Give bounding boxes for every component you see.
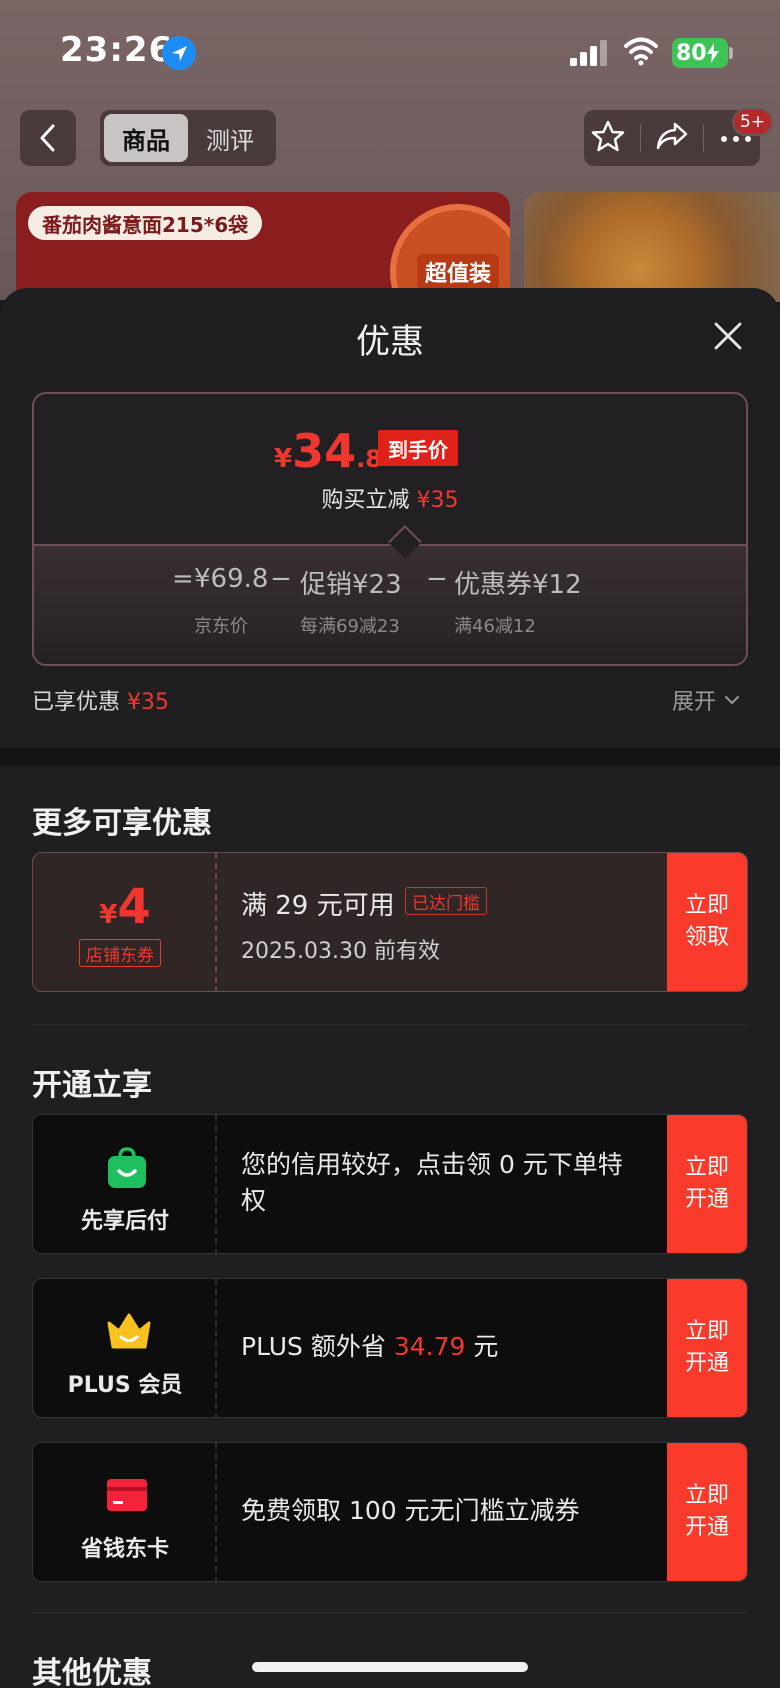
coupon-type-tag: 店铺东券 <box>79 939 161 967</box>
battery-charging-icon: 80 <box>672 38 728 68</box>
separator <box>32 1024 748 1025</box>
reduce-label: 购买立减 <box>321 488 410 513</box>
battery-level: 80 <box>676 40 707 66</box>
service-left: 省钱东卡 <box>33 1443 217 1581</box>
coupon-value: 优惠券¥12 <box>454 570 582 600</box>
discount-sheet: 优惠 ¥ 34 .8 到手价 购买立减 ¥35 = ¥69.8 − 促销¥23 … <box>0 288 780 1688</box>
minus-sign: − <box>270 564 292 594</box>
minus-sign: − <box>426 564 448 594</box>
section-divider <box>0 748 780 766</box>
coupon-condition: 满 29 元可用 <box>241 891 395 921</box>
purchase-reduction: 购买立减 ¥35 <box>34 482 746 514</box>
product-review-tabs: 商品 测评 <box>100 110 276 166</box>
coupon-symbol: ¥ <box>99 900 118 930</box>
service-left: 先享后付 <box>33 1115 217 1253</box>
activate-button[interactable]: 立即开通 <box>667 1279 747 1417</box>
promotion-value: 促销¥23 <box>300 570 402 600</box>
threshold-reached-tag: 已达门槛 <box>405 887 487 915</box>
back-icon <box>40 124 55 152</box>
coupon-amount-area: ¥4 店铺东券 <box>33 853 217 991</box>
service-name: 先享后付 <box>80 1209 169 1234</box>
seal-text: 超值装 <box>416 254 499 290</box>
service-left: PLUS 会员 <box>33 1279 217 1417</box>
price-symbol: ¥ <box>274 444 293 474</box>
product-name-tag: 番茄肉酱意面215*6袋 <box>28 206 263 240</box>
plus-desc-pre: PLUS 额外省 <box>241 1332 394 1361</box>
activate-button[interactable]: 立即开通 <box>667 1443 747 1581</box>
tab-product[interactable]: 商品 <box>104 114 188 162</box>
enjoyed-discount: 已享优惠 ¥35 <box>32 684 169 716</box>
expand-label: 展开 <box>672 690 717 715</box>
activate-label: 立即开通 <box>684 1319 729 1376</box>
bag-icon <box>105 1145 149 1189</box>
service-name: PLUS 会员 <box>67 1373 183 1398</box>
product-banner[interactable]: 番茄肉酱意面215*6袋 超值装 <box>16 192 510 302</box>
promotion-rule: 每满69减23 <box>300 616 400 637</box>
activate-button[interactable]: 立即开通 <box>667 1115 747 1253</box>
nav-divider <box>639 124 641 152</box>
status-bar: 23:26 80 <box>0 0 780 100</box>
coupon-amount: ¥4 <box>33 879 217 935</box>
service-description: 免费领取 100 元无门槛立减券 <box>241 1496 580 1525</box>
coupon-number: 4 <box>117 879 151 935</box>
nav-divider <box>703 124 705 152</box>
other-discounts-title: 其他优惠 <box>32 1656 152 1688</box>
coupon-validity: 2025.03.30 前有效 <box>241 939 440 964</box>
price-breakdown-section: 优惠 ¥ 34 .8 到手价 购买立减 ¥35 = ¥69.8 − 促销¥23 … <box>0 288 780 748</box>
jd-price-value: ¥69.8 <box>194 564 269 594</box>
service-description: 您的信用较好，点击领 0 元下单特权 <box>241 1150 623 1215</box>
separator <box>32 1612 748 1613</box>
final-price-tag: 到手价 <box>378 430 458 466</box>
battery-tip <box>729 47 733 59</box>
activate-label: 立即开通 <box>684 1483 729 1540</box>
wifi-icon <box>624 36 658 66</box>
tab-review[interactable]: 测评 <box>188 114 272 162</box>
price-calculation: = ¥69.8 − 促销¥23 − 优惠券¥12 京东价 每满69减23 满46… <box>34 544 746 664</box>
more-discounts-title: 更多可享优惠 <box>32 806 212 841</box>
share-icon[interactable] <box>655 121 689 155</box>
location-icon <box>162 36 196 70</box>
close-icon[interactable] <box>710 318 746 354</box>
service-name: 省钱东卡 <box>80 1537 169 1562</box>
saving-card-card: 省钱东卡 免费领取 100 元无门槛立减券 立即开通 <box>32 1442 748 1582</box>
equals-sign: = <box>172 564 194 594</box>
claim-label: 立即领取 <box>684 893 729 950</box>
product-page-background: 23:26 80 商品 测评 5+ 番茄肉酱意面215*6袋 超值装 <box>0 0 780 302</box>
enjoyed-value: ¥35 <box>127 690 170 715</box>
open-enjoy-title: 开通立享 <box>32 1068 152 1103</box>
home-indicator[interactable] <box>252 1662 528 1672</box>
store-coupon-card: ¥4 店铺东券 满 29 元可用 已达门槛 2025.03.30 前有效 立即领… <box>32 852 748 992</box>
expand-button[interactable]: 展开 <box>672 684 740 716</box>
crown-icon <box>105 1309 151 1353</box>
back-button[interactable] <box>20 110 76 166</box>
price-integer: 34 <box>292 424 357 478</box>
claim-coupon-button[interactable]: 立即领取 <box>667 853 747 991</box>
signal-icon <box>570 40 610 66</box>
pay-later-card: 先享后付 您的信用较好，点击领 0 元下单特权 立即开通 <box>32 1114 748 1254</box>
enjoyed-label: 已享优惠 <box>32 690 121 715</box>
final-price-area: ¥ 34 .8 到手价 购买立减 ¥35 <box>34 394 746 544</box>
message-badge: 5+ <box>732 108 774 136</box>
price-breakdown-box: ¥ 34 .8 到手价 购买立减 ¥35 = ¥69.8 − 促销¥23 − 优… <box>32 392 748 666</box>
coupon-rule: 满46减12 <box>454 616 536 637</box>
card-icon <box>105 1473 149 1517</box>
plus-desc-post: 元 <box>465 1332 499 1361</box>
plus-desc-highlight: 34.79 <box>393 1332 466 1361</box>
service-description: PLUS 额外省 34.79 元 <box>241 1329 641 1365</box>
chevron-down-icon <box>725 696 740 705</box>
jd-price-label: 京东价 <box>194 616 248 637</box>
sheet-title: 优惠 <box>356 322 424 362</box>
final-price: ¥ 34 .8 <box>274 424 382 478</box>
activate-label: 立即开通 <box>684 1155 729 1212</box>
star-icon[interactable] <box>591 120 625 156</box>
calc-row: = ¥69.8 − 促销¥23 − 优惠券¥12 <box>34 564 746 604</box>
product-photo[interactable] <box>524 192 780 302</box>
reduce-value: ¥35 <box>416 488 459 513</box>
status-time: 23:26 <box>60 30 174 70</box>
plus-member-card: PLUS 会员 PLUS 额外省 34.79 元 立即开通 <box>32 1278 748 1418</box>
